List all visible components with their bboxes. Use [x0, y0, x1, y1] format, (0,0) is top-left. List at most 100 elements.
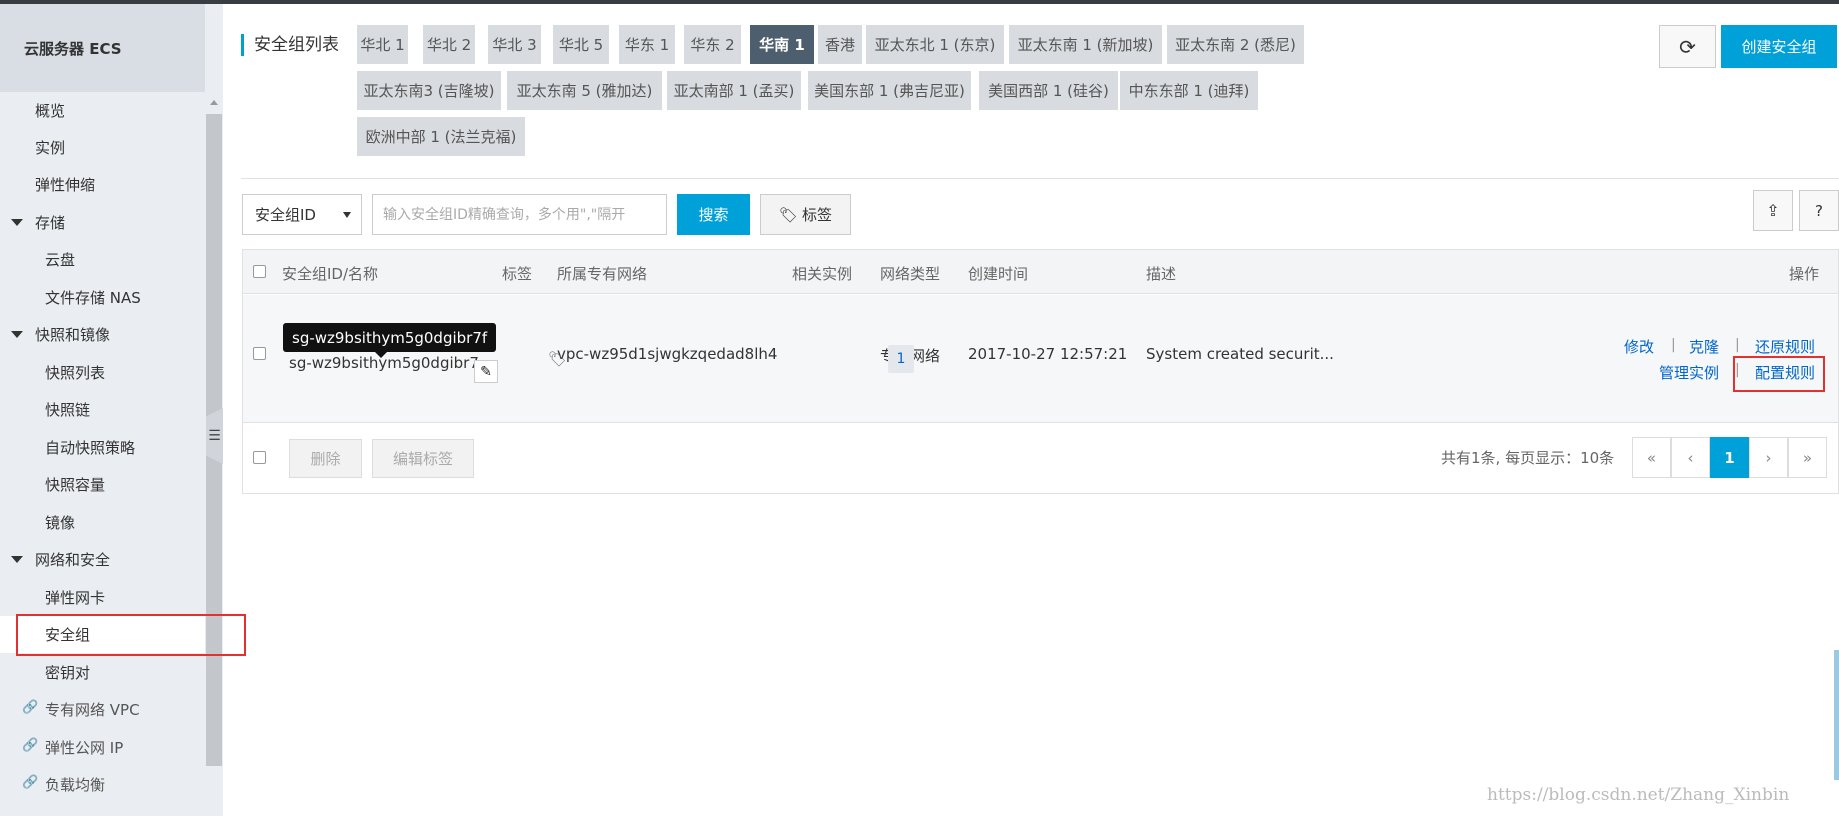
- description: System created securit...: [1146, 345, 1334, 363]
- region-tab-13[interactable]: 亚太南部 1 (孟买): [667, 71, 801, 110]
- prev-page-button[interactable]: ‹: [1671, 437, 1710, 478]
- tag-icon[interactable]: 🏷: [548, 350, 567, 368]
- link-icon: 🔗: [22, 700, 39, 715]
- separator: |: [1735, 337, 1740, 353]
- sidebar-item-label: 密钥对: [45, 664, 91, 682]
- export-button[interactable]: ⇪: [1753, 190, 1793, 231]
- edit-name-button[interactable]: ✎: [474, 360, 498, 383]
- highlight-box-security-group: [16, 614, 246, 656]
- sidebar-item-6[interactable]: 快照和镜像: [0, 316, 205, 353]
- col-header-id: 安全组ID/名称: [282, 265, 379, 283]
- delete-button[interactable]: 删除: [289, 439, 362, 478]
- table-row: sg-wz9bsithym5g0dgibr7f sg-wz9bsithym5g0…: [243, 295, 1838, 423]
- edit-tags-button[interactable]: 编辑标签: [372, 439, 474, 478]
- region-tab-3[interactable]: 华北 5: [553, 25, 609, 64]
- page-title-text: 安全组列表: [254, 35, 339, 55]
- refresh-button[interactable]: ⟳: [1659, 25, 1716, 68]
- pagination-summary: 共有1条, 每页显示：10条: [1441, 449, 1615, 467]
- sidebar-item-label: 快照列表: [45, 364, 106, 382]
- sidebar-item-0[interactable]: 概览: [0, 92, 205, 129]
- search-input[interactable]: [372, 194, 667, 235]
- next-page-button[interactable]: ›: [1749, 437, 1788, 478]
- instance-count-badge[interactable]: 1: [888, 345, 914, 373]
- sidebar-item-label: 网络和安全: [35, 551, 111, 569]
- region-tab-10[interactable]: 亚太东南 2 (悉尼): [1167, 25, 1304, 64]
- sidebar-item-11[interactable]: 镜像: [0, 504, 205, 541]
- sidebar-item-label: 实例: [35, 139, 66, 157]
- manage-instances-link[interactable]: 管理实例: [1659, 362, 1719, 383]
- watermark: https://blog.csdn.net/Zhang_Xinbin: [1487, 785, 1790, 805]
- sidebar-item-18[interactable]: 🔗 负载均衡: [0, 766, 205, 803]
- sidebar-item-label: 专有网络 VPC: [45, 701, 140, 719]
- row-checkbox[interactable]: [253, 347, 266, 360]
- col-header-created: 创建时间: [968, 265, 1029, 283]
- sidebar-item-label: 负载均衡: [45, 776, 106, 794]
- scroll-up-icon[interactable]: [210, 100, 218, 105]
- sidebar-item-15[interactable]: 密钥对: [0, 654, 205, 691]
- link-icon: 🔗: [22, 738, 39, 753]
- vpc-id: vpc-wz95d1sjwgkzqedad8lh4: [557, 345, 778, 363]
- region-tab-12[interactable]: 亚太东南 5 (雅加达): [507, 71, 662, 110]
- footer-select-all-checkbox[interactable]: [253, 451, 266, 464]
- sidebar-item-label: 概览: [35, 102, 66, 120]
- region-tab-14[interactable]: 美国东部 1 (弗吉尼亚): [808, 71, 971, 110]
- region-tab-1[interactable]: 华北 2: [423, 25, 475, 64]
- last-page-button[interactable]: »: [1788, 437, 1827, 478]
- sidebar-item-8[interactable]: 快照链: [0, 391, 205, 428]
- filter-type-value: 安全组ID: [255, 206, 316, 224]
- region-tab-4[interactable]: 华东 1: [619, 25, 675, 64]
- region-tab-0[interactable]: 华北 1: [357, 25, 408, 64]
- security-group-name[interactable]: sg-wz9bsithym5g0dgibr7...: [289, 354, 493, 372]
- create-security-group-button[interactable]: 创建安全组: [1721, 25, 1837, 68]
- region-tab-11[interactable]: 亚太东南3 (吉隆坡): [357, 71, 501, 110]
- region-tab-9[interactable]: 亚太东南 1 (新加坡): [1009, 25, 1162, 64]
- sidebar-item-5[interactable]: 文件存储 NAS: [0, 279, 205, 316]
- sidebar-item-4[interactable]: 云盘: [0, 241, 205, 278]
- sidebar-item-9[interactable]: 自动快照策略: [0, 429, 205, 466]
- region-tab-17[interactable]: 欧洲中部 1 (法兰克福): [357, 117, 525, 156]
- sidebar-item-17[interactable]: 🔗 弹性公网 IP: [0, 729, 205, 766]
- highlight-box-configure-rules: [1733, 356, 1825, 392]
- filter-type-select[interactable]: 安全组ID: [242, 194, 362, 235]
- divider: [241, 178, 1839, 179]
- region-tab-16[interactable]: 中东东部 1 (迪拜): [1120, 71, 1258, 110]
- link-icon: 🔗: [22, 775, 39, 790]
- sidebar-item-12[interactable]: 网络和安全: [0, 541, 205, 578]
- sidebar-item-label: 弹性公网 IP: [45, 739, 124, 757]
- sidebar-item-label: 自动快照策略: [45, 439, 136, 457]
- sidebar-item-3[interactable]: 存储: [0, 204, 205, 241]
- page-1-button[interactable]: 1: [1710, 437, 1749, 478]
- region-tab-5[interactable]: 华东 2: [684, 25, 741, 64]
- sidebar-item-16[interactable]: 🔗 专有网络 VPC: [0, 691, 205, 728]
- select-all-checkbox[interactable]: [253, 265, 266, 278]
- sidebar-item-label: 存储: [35, 214, 66, 232]
- modify-link[interactable]: 修改: [1624, 336, 1654, 357]
- sidebar-item-label: 云盘: [45, 251, 76, 269]
- sidebar-item-13[interactable]: 弹性网卡: [0, 579, 205, 616]
- sidebar-item-label: 镜像: [45, 514, 76, 532]
- region-tab-6[interactable]: 华南 1: [750, 25, 814, 64]
- table-header: 安全组ID/名称 标签 所属专有网络 相关实例 网络类型 创建时间 描述 操作: [243, 250, 1838, 294]
- region-tab-15[interactable]: 美国西部 1 (硅谷): [979, 71, 1118, 110]
- sidebar-item-10[interactable]: 快照容量: [0, 466, 205, 503]
- region-tab-7[interactable]: 香港: [818, 25, 862, 64]
- sidebar-item-1[interactable]: 实例: [0, 129, 205, 166]
- sidebar-item-label: 弹性伸缩: [35, 176, 96, 194]
- sidebar-item-2[interactable]: 弹性伸缩: [0, 166, 205, 203]
- sidebar-item-7[interactable]: 快照列表: [0, 354, 205, 391]
- separator: |: [1671, 337, 1676, 353]
- right-edge-widget: [1834, 650, 1839, 780]
- region-tab-8[interactable]: 亚太东北 1 (东京): [866, 25, 1004, 64]
- clone-link[interactable]: 克隆: [1689, 336, 1719, 357]
- first-page-button[interactable]: «: [1632, 437, 1671, 478]
- col-header-description: 描述: [1146, 265, 1177, 283]
- tag-filter-button[interactable]: 🏷 标签: [760, 194, 851, 235]
- region-tab-2[interactable]: 华北 3: [488, 25, 541, 64]
- restore-rules-link[interactable]: 还原规则: [1755, 336, 1815, 357]
- sidebar-item-label: 弹性网卡: [45, 589, 106, 607]
- chevron-down-icon: [343, 212, 351, 218]
- search-button[interactable]: 搜索: [677, 194, 750, 235]
- sidebar-collapse-toggle[interactable]: ☰: [206, 408, 223, 464]
- tag-filter-label: 标签: [802, 206, 833, 224]
- help-button[interactable]: ?: [1799, 190, 1839, 231]
